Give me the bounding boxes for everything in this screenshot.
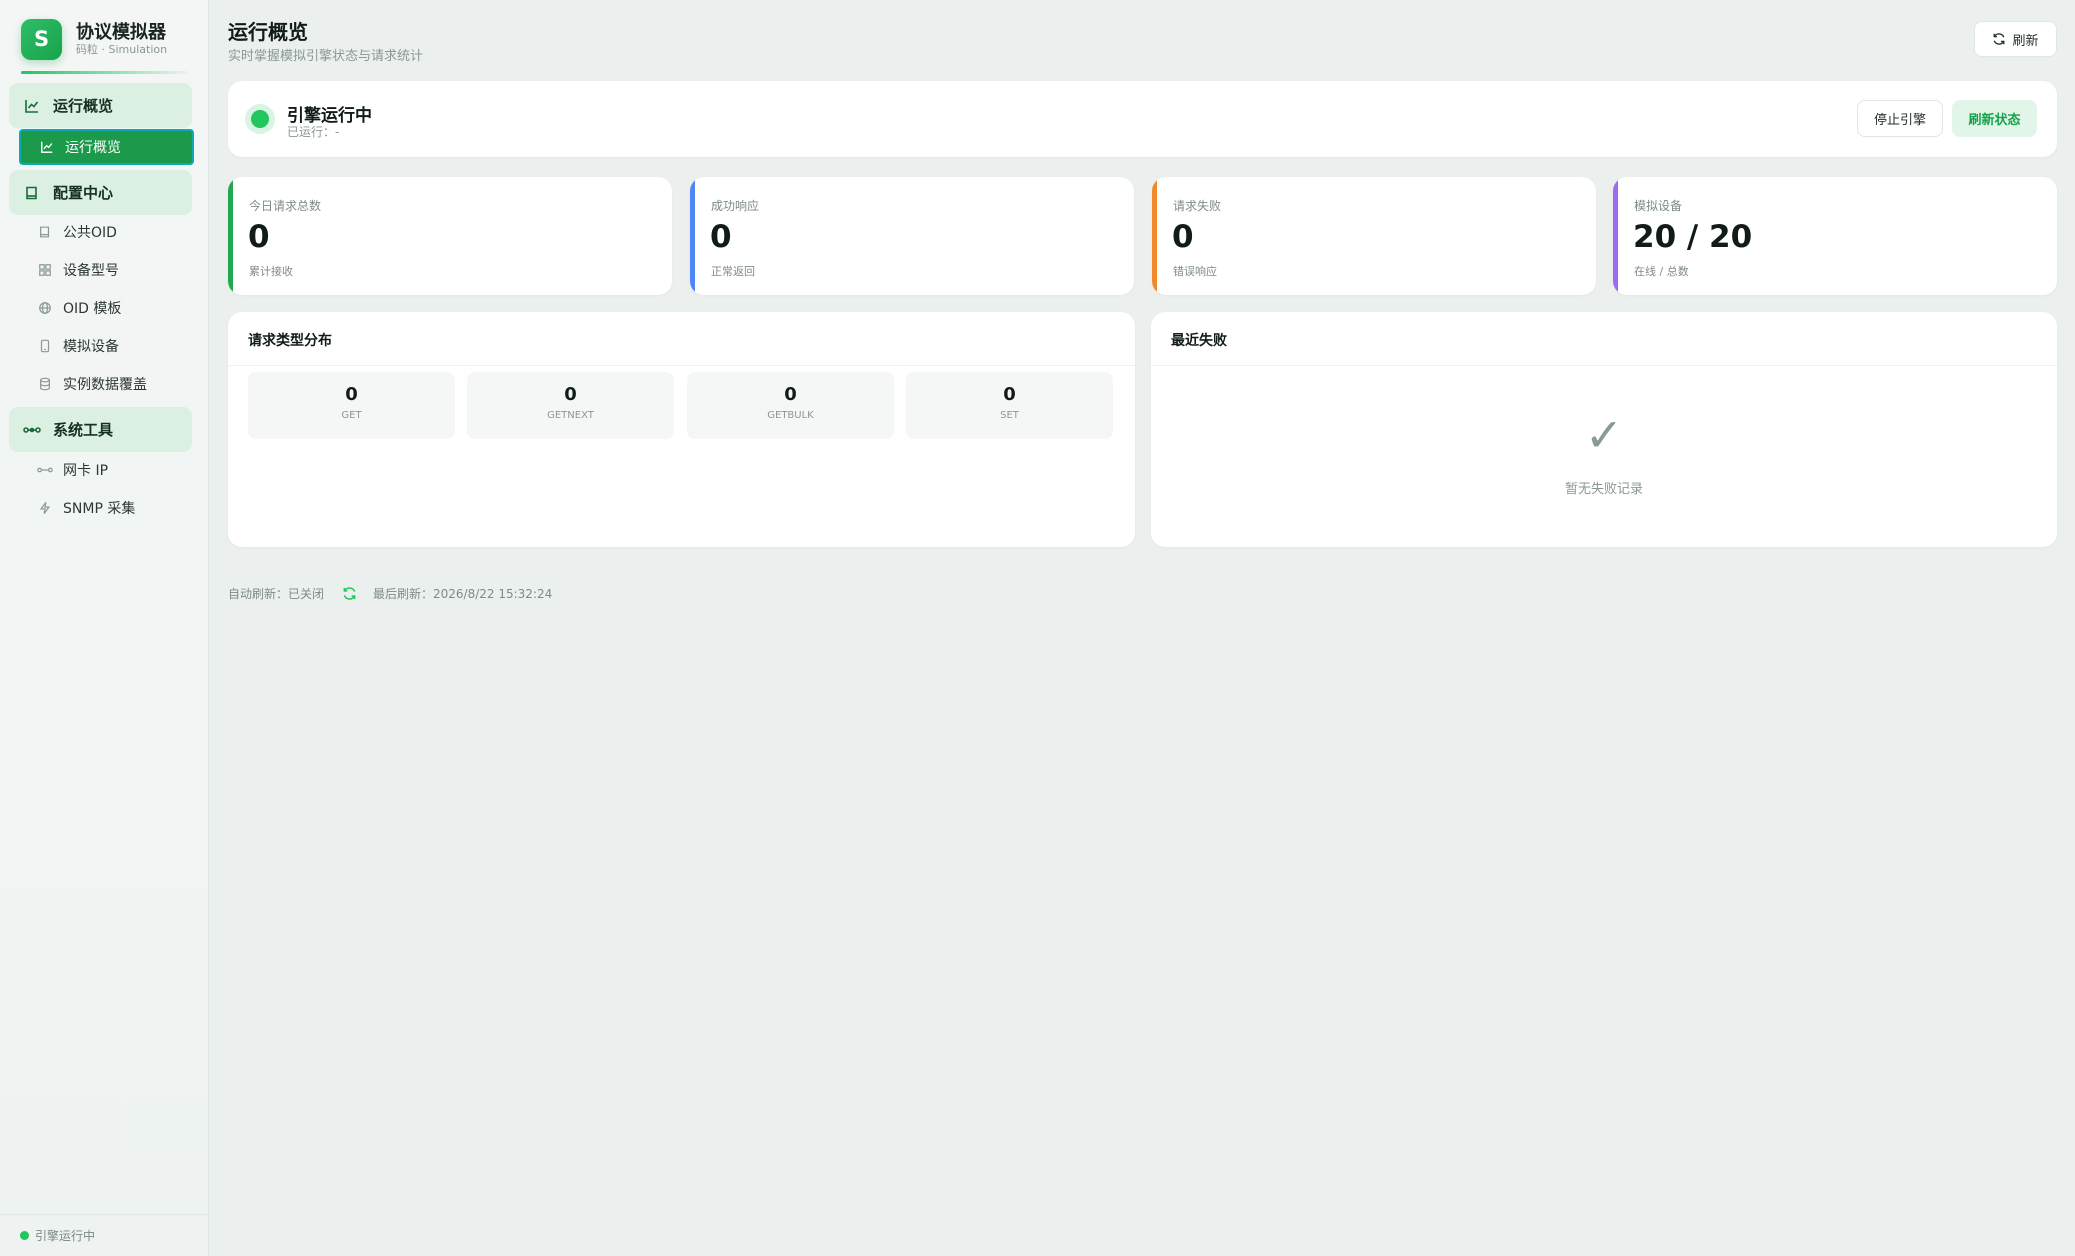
- stat-label: 今日请求总数: [249, 199, 322, 213]
- sidebar-item-label: 模拟设备: [63, 339, 119, 355]
- request-type-count: 0: [784, 384, 797, 405]
- brand-subtitle: 码粒 · Simulation: [76, 42, 168, 56]
- sidebar-item-instance-data[interactable]: 实例数据覆盖: [19, 366, 194, 402]
- sidebar-item-label: 网卡 IP: [63, 463, 109, 479]
- request-type-panel: 请求类型分布 0 GET 0 GETNEXT 0 GETBULK 0 SET: [228, 312, 1135, 547]
- refresh-label: 刷新: [2012, 33, 2039, 49]
- request-type-name: GET: [341, 410, 362, 421]
- stat-note: 错误响应: [1173, 265, 1217, 278]
- nav-group-label: 配置中心: [53, 184, 114, 202]
- sidebar-item-label: OID 模板: [63, 301, 122, 317]
- sidebar-item-oid-template[interactable]: OID 模板: [19, 290, 194, 326]
- nav-group-config[interactable]: 配置中心: [9, 170, 192, 215]
- auto-refresh-toggle-icon[interactable]: [342, 586, 357, 601]
- last-refresh-time: 最后刷新：2026/8/22 15:32:24: [373, 586, 553, 601]
- engine-status-card: 引擎运行中 已运行：- 停止引擎 刷新状态: [228, 81, 2057, 157]
- check-icon: ✓: [1584, 408, 1624, 462]
- request-type-get: 0 GET: [248, 372, 455, 439]
- network-icon: [23, 421, 41, 439]
- sidebar: S 协议模拟器 码粒 · Simulation 运行概览 运行概览 配置中心 公…: [0, 0, 209, 1256]
- stat-value: 0: [1172, 219, 1194, 255]
- sidebar-item-label: 设备型号: [63, 263, 119, 279]
- nav-group-tools[interactable]: 系统工具: [9, 407, 192, 452]
- refresh-status-button[interactable]: 刷新状态: [1952, 100, 2037, 137]
- sidebar-footer-status: 引擎运行中: [0, 1214, 209, 1256]
- stat-note: 在线 / 总数: [1634, 265, 1689, 278]
- engine-uptime: 已运行：-: [287, 125, 340, 139]
- request-type-count: 0: [1003, 384, 1016, 405]
- request-type-name: GETBULK: [767, 410, 814, 421]
- request-type-getnext: 0 GETNEXT: [467, 372, 674, 439]
- stat-accent-bar: [1152, 177, 1157, 295]
- line-chart-icon: [23, 97, 41, 115]
- sidebar-item-nic-ip[interactable]: 网卡 IP: [19, 452, 194, 488]
- stat-accent-bar: [690, 177, 695, 295]
- brand-title: 协议模拟器: [76, 21, 166, 43]
- brand-divider: [21, 71, 188, 74]
- grid-icon: [37, 262, 53, 278]
- sidebar-item-label: SNMP 采集: [63, 501, 136, 517]
- nav-group-label: 系统工具: [53, 421, 114, 439]
- refresh-icon: [1992, 32, 2006, 46]
- refresh-status-bar: 自动刷新：已关闭 最后刷新：2026/8/22 15:32:24: [228, 584, 552, 602]
- sidebar-item-label: 运行概览: [65, 140, 121, 156]
- sidebar-item-sim-device[interactable]: 模拟设备: [19, 328, 194, 364]
- bolt-icon: [37, 500, 53, 516]
- stat-card-devices: 模拟设备 20 / 20 在线 / 总数: [1613, 177, 2057, 295]
- stat-label: 成功响应: [711, 199, 760, 213]
- line-chart-icon: [39, 139, 55, 155]
- sidebar-item-snmp-collect[interactable]: SNMP 采集: [19, 490, 194, 526]
- book-icon: [37, 224, 53, 240]
- stat-accent-bar: [1613, 177, 1618, 295]
- stat-value: 0: [710, 219, 732, 255]
- stat-label: 模拟设备: [1634, 199, 1683, 213]
- database-icon: [37, 376, 53, 392]
- stat-note: 正常返回: [711, 265, 755, 278]
- stat-value: 0: [248, 219, 270, 255]
- panel-title: 请求类型分布: [228, 312, 1135, 366]
- sidebar-item-label: 实例数据覆盖: [63, 377, 147, 393]
- network-icon: [37, 462, 53, 478]
- sidebar-item-label: 公共OID: [63, 225, 117, 241]
- sidebar-item-overview[interactable]: 运行概览: [19, 129, 194, 165]
- auto-refresh-status: 自动刷新：已关闭: [228, 586, 325, 601]
- stat-accent-bar: [228, 177, 233, 295]
- brand-logo: S: [21, 18, 62, 60]
- stop-engine-button[interactable]: 停止引擎: [1857, 100, 1943, 137]
- status-dot-icon: [20, 1231, 29, 1240]
- request-type-name: GETNEXT: [547, 410, 594, 421]
- sidebar-item-device-model[interactable]: 设备型号: [19, 252, 194, 288]
- nav-group-overview[interactable]: 运行概览: [9, 83, 192, 128]
- request-type-name: SET: [1000, 410, 1019, 421]
- page-title: 运行概览: [228, 20, 308, 44]
- request-type-count: 0: [564, 384, 577, 405]
- engine-status-indicator: [245, 104, 275, 134]
- stat-card-total-requests: 今日请求总数 0 累计接收: [228, 177, 672, 295]
- request-type-getbulk: 0 GETBULK: [687, 372, 894, 439]
- stat-card-success: 成功响应 0 正常返回: [690, 177, 1134, 295]
- nav-group-label: 运行概览: [53, 97, 114, 115]
- engine-status-text: 引擎运行中: [35, 1229, 96, 1243]
- stat-value: 20 / 20: [1633, 219, 1753, 255]
- empty-state-text: 暂无失败记录: [1564, 482, 1643, 497]
- recent-failures-panel: 最近失败 ✓ 暂无失败记录: [1151, 312, 2057, 547]
- globe-icon: [37, 300, 53, 316]
- request-type-set: 0 SET: [906, 372, 1113, 439]
- request-type-count: 0: [345, 384, 358, 405]
- page-subtitle: 实时掌握模拟引擎状态与请求统计: [228, 49, 424, 64]
- refresh-button[interactable]: 刷新: [1974, 21, 2057, 57]
- stat-note: 累计接收: [249, 265, 293, 278]
- stat-label: 请求失败: [1173, 199, 1222, 213]
- panel-title: 最近失败: [1151, 312, 2057, 366]
- stat-card-failures: 请求失败 0 错误响应: [1152, 177, 1596, 295]
- device-icon: [37, 338, 53, 354]
- book-icon: [23, 184, 41, 202]
- sidebar-item-public-oid[interactable]: 公共OID: [19, 214, 194, 250]
- brand: S 协议模拟器 码粒 · Simulation: [21, 17, 167, 61]
